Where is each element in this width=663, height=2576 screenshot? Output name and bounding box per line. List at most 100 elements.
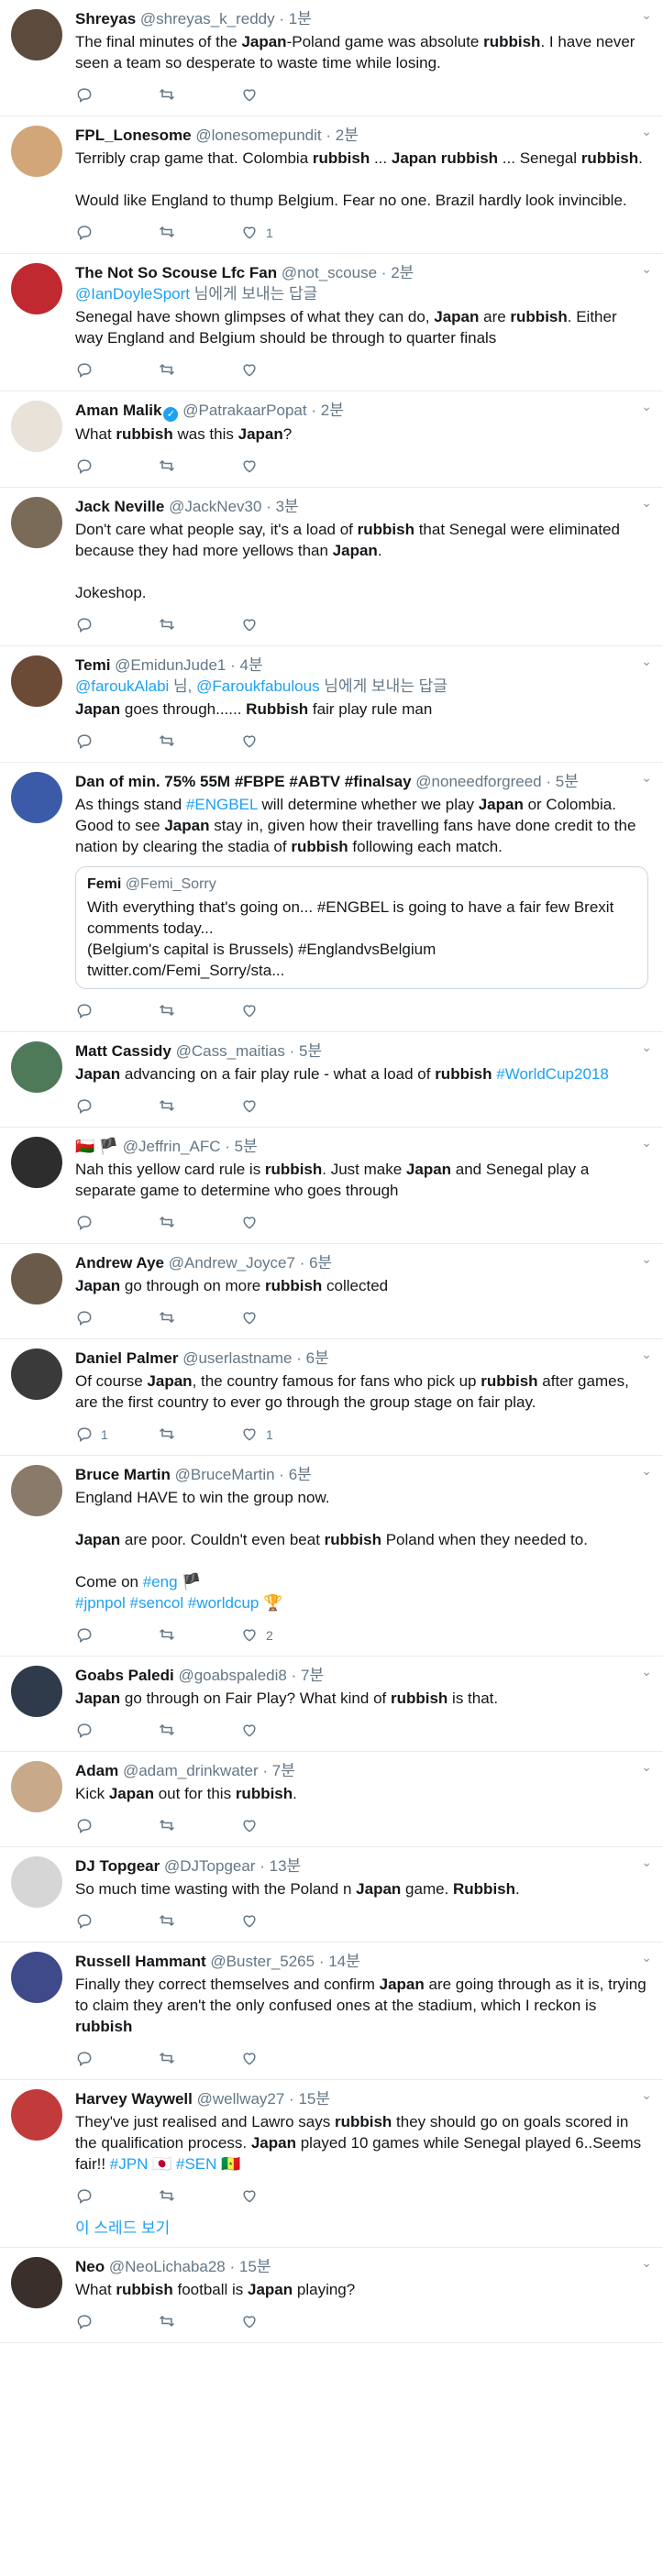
tweet[interactable]: ⌄ Matt Cassidy @Cass_maitias · 5분 Japan ad…: [0, 1032, 663, 1128]
display-name[interactable]: Shreyas: [75, 10, 136, 28]
more-options-icon[interactable]: ⌄: [641, 1135, 652, 1150]
user-handle[interactable]: @userlastname: [182, 1349, 292, 1367]
tweet[interactable]: ⌄ Shreyas @shreyas_k_reddy · 1분 The final …: [0, 0, 663, 116]
tweet[interactable]: ⌄ 🇴🇲 🏴 @Jeffrin_AFC · 5분 Nah this yellow c…: [0, 1128, 663, 1244]
timestamp[interactable]: 7분: [301, 1667, 324, 1684]
tweet[interactable]: ⌄ Harvey Waywell @wellway27 · 15분 They've …: [0, 2080, 663, 2248]
retweet-button[interactable]: [158, 2186, 240, 2207]
timestamp[interactable]: 5분: [556, 773, 579, 790]
more-options-icon[interactable]: ⌄: [641, 1347, 652, 1362]
user-handle[interactable]: @wellway27: [197, 2090, 285, 2108]
avatar[interactable]: [11, 263, 62, 314]
tweet[interactable]: ⌄ Andrew Aye @Andrew_Joyce7 · 6분 Japan go …: [0, 1244, 663, 1339]
hashtag-link[interactable]: #JPN: [110, 2155, 149, 2173]
like-button[interactable]: [240, 1213, 323, 1234]
like-button[interactable]: [240, 2186, 323, 2207]
more-options-icon[interactable]: ⌄: [641, 399, 652, 414]
timestamp[interactable]: 7분: [272, 1762, 295, 1779]
more-options-icon[interactable]: ⌄: [641, 1855, 652, 1870]
retweet-button[interactable]: [158, 1911, 240, 1932]
reply-button[interactable]: [75, 2186, 158, 2207]
timestamp[interactable]: 6분: [289, 1466, 312, 1483]
like-button[interactable]: [240, 732, 323, 753]
like-button[interactable]: [240, 2049, 323, 2070]
like-button[interactable]: 2: [240, 1625, 323, 1646]
timestamp[interactable]: 14분: [328, 1953, 360, 1970]
avatar[interactable]: [11, 1137, 62, 1188]
timestamp[interactable]: 2분: [391, 264, 414, 281]
tweet[interactable]: ⌄ Aman Malik ✓ @PatrakaarPopat · 2분 What ru…: [0, 391, 663, 488]
retweet-button[interactable]: [158, 223, 240, 244]
reply-button[interactable]: [75, 1625, 158, 1646]
reply-button[interactable]: [75, 615, 158, 636]
more-options-icon[interactable]: ⌄: [641, 1463, 652, 1479]
retweet-button[interactable]: [158, 85, 240, 106]
timestamp[interactable]: 15분: [239, 2258, 271, 2275]
display-name[interactable]: Andrew Aye: [75, 1254, 164, 1271]
user-handle[interactable]: @not_scouse: [282, 264, 377, 281]
tweet[interactable]: ⌄ Neo @NeoLichaba28 · 15분 What rubbish foo…: [0, 2248, 663, 2343]
display-name[interactable]: Adam: [75, 1762, 118, 1779]
tweet[interactable]: ⌄ FPL_Lonesome @lonesomepundit · 2분 Terrib…: [0, 116, 663, 254]
user-handle[interactable]: @lonesomepundit: [195, 127, 321, 144]
reply-button[interactable]: [75, 1816, 158, 1837]
avatar[interactable]: [11, 1041, 62, 1093]
hashtag-link[interactable]: #ENGBEL: [186, 796, 258, 813]
retweet-button[interactable]: [158, 1308, 240, 1329]
tweet[interactable]: ⌄ DJ Topgear @DJTopgear · 13분 So much time…: [0, 1847, 663, 1943]
display-name[interactable]: The Not So Scouse Lfc Fan: [75, 264, 277, 281]
display-name[interactable]: FPL_Lonesome: [75, 127, 192, 144]
hashtag-link[interactable]: #eng: [143, 1573, 178, 1591]
more-options-icon[interactable]: ⌄: [641, 1251, 652, 1267]
tweet[interactable]: ⌄ Russell Hammant @Buster_5265 · 14분 Final…: [0, 1943, 663, 2080]
timestamp[interactable]: 13분: [270, 1857, 302, 1875]
tweet[interactable]: ⌄ Daniel Palmer @userlastname · 6분 Of cour…: [0, 1339, 663, 1456]
reply-button[interactable]: [75, 1721, 158, 1742]
display-name[interactable]: Neo: [75, 2258, 105, 2275]
retweet-button[interactable]: [158, 615, 240, 636]
like-button[interactable]: [240, 360, 323, 381]
timestamp[interactable]: 15분: [298, 2090, 330, 2108]
reply-button[interactable]: [75, 1308, 158, 1329]
tweet[interactable]: ⌄ Goabs Paledi @goabspaledi8 · 7분 Japan go…: [0, 1657, 663, 1752]
reply-button[interactable]: [75, 1213, 158, 1234]
avatar[interactable]: [11, 2257, 62, 2308]
user-handle[interactable]: @Buster_5265: [210, 1953, 315, 1970]
display-name[interactable]: Temi: [75, 656, 110, 674]
timestamp[interactable]: 5분: [299, 1042, 322, 1060]
more-options-icon[interactable]: ⌄: [641, 2087, 652, 2103]
avatar[interactable]: [11, 9, 62, 61]
more-options-icon[interactable]: ⌄: [641, 261, 652, 277]
avatar[interactable]: [11, 1761, 62, 1812]
like-button[interactable]: [240, 615, 323, 636]
user-handle[interactable]: @NeoLichaba28: [109, 2258, 226, 2275]
timestamp[interactable]: 6분: [306, 1349, 329, 1367]
timestamp[interactable]: 2분: [321, 402, 344, 419]
retweet-button[interactable]: [158, 360, 240, 381]
reply-button[interactable]: [75, 457, 158, 478]
retweet-button[interactable]: [158, 457, 240, 478]
user-handle[interactable]: @DJTopgear: [164, 1857, 255, 1875]
reply-button[interactable]: [75, 2049, 158, 2070]
retweet-button[interactable]: [158, 1001, 240, 1022]
reply-button[interactable]: [75, 360, 158, 381]
reply-button[interactable]: 1: [75, 1425, 158, 1446]
user-handle[interactable]: @Andrew_Joyce7: [169, 1254, 295, 1271]
user-handle[interactable]: @adam_drinkwater: [123, 1762, 259, 1779]
more-options-icon[interactable]: ⌄: [641, 7, 652, 23]
avatar[interactable]: [11, 401, 62, 452]
like-button[interactable]: 1: [240, 223, 323, 244]
display-name[interactable]: Russell Hammant: [75, 1953, 206, 1970]
quoted-tweet[interactable]: Femi @Femi_Sorry With everything that's g…: [75, 866, 648, 989]
avatar[interactable]: [11, 1465, 62, 1516]
like-button[interactable]: 1: [240, 1425, 323, 1446]
display-name[interactable]: Aman Malik: [75, 402, 161, 419]
display-name[interactable]: Jack Neville: [75, 498, 164, 515]
hashtag-link[interactable]: #WorldCup2018: [496, 1065, 609, 1083]
reply-to-handle[interactable]: @IanDoyleSport: [75, 285, 190, 303]
reply-button[interactable]: [75, 732, 158, 753]
tweet[interactable]: ⌄ Dan of min. 75% 55M #FBPE #ABTV #finals…: [0, 763, 663, 1032]
more-options-icon[interactable]: ⌄: [641, 1040, 652, 1055]
like-button[interactable]: [240, 457, 323, 478]
more-options-icon[interactable]: ⌄: [641, 770, 652, 786]
